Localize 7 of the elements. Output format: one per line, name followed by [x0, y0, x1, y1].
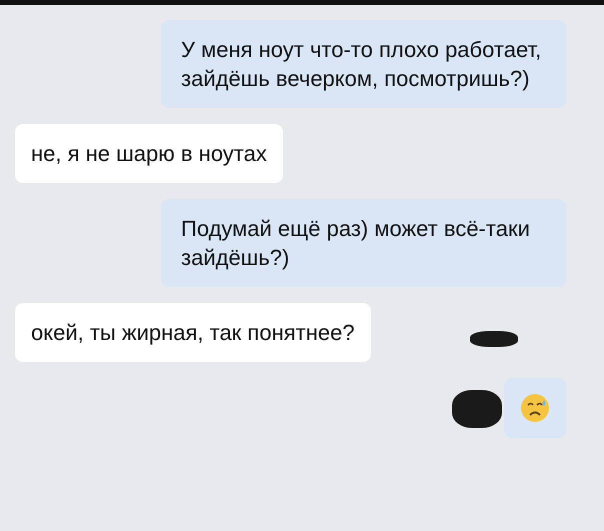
redaction-mark [470, 331, 518, 347]
sad-face-icon [520, 393, 550, 423]
message-bubble: Подумай ещё раз) может всё-таки зайдёшь?) [161, 199, 566, 287]
message-bubble: У меня ноут что-то плохо работает, зайдёшь вечерком, посмотришь?) [161, 20, 566, 108]
redaction-mark [452, 390, 502, 428]
message-bubble: окей, ты жирная, так понятнее? [15, 303, 371, 362]
message-bubble: не, я не шарю в ноутах [15, 124, 283, 183]
